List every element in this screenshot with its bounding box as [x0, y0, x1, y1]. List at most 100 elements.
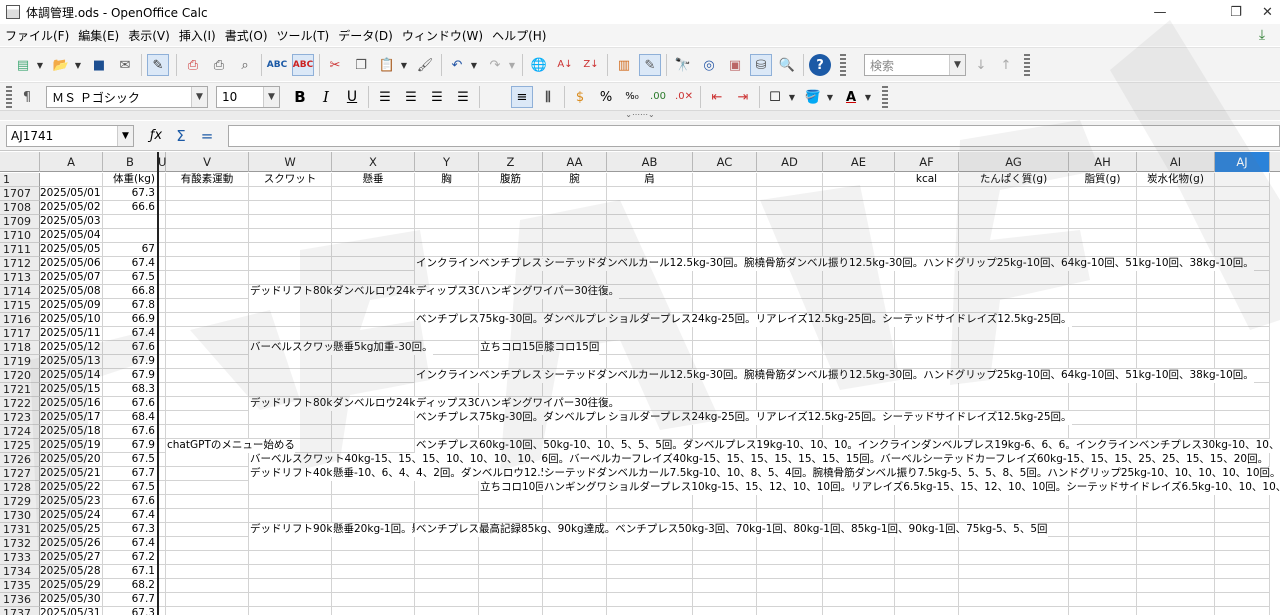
borders-dropdown-icon[interactable]: ▼	[788, 86, 796, 108]
grid-cell[interactable]	[1215, 215, 1270, 229]
grid-cell[interactable]	[959, 495, 1069, 509]
grid-cell[interactable]	[1137, 285, 1215, 299]
currency-format-icon[interactable]: $	[569, 86, 591, 108]
grid-cell[interactable]	[249, 425, 332, 439]
weight-cell[interactable]: 67.7	[103, 593, 158, 607]
workout-note-cell[interactable]: ベンチプレス最高記録85kg、90kg達成。ベンチプレス50kg-3回、70kg…	[415, 523, 1048, 537]
grid-cell[interactable]	[959, 285, 1069, 299]
weight-cell[interactable]: 67.3	[103, 187, 158, 201]
grid-cell[interactable]	[166, 369, 249, 383]
grid-cell[interactable]	[543, 551, 607, 565]
row-header[interactable]: 1713	[0, 271, 40, 285]
grid-cell[interactable]	[249, 313, 332, 327]
grid-cell[interactable]	[1137, 201, 1215, 215]
grid-cell[interactable]	[166, 271, 249, 285]
name-box-dropdown-icon[interactable]: ▼	[117, 126, 133, 146]
workout-note-cell[interactable]: ダンベルロウ24kg	[332, 397, 415, 411]
row-header[interactable]: 1735	[0, 579, 40, 593]
grid-cell[interactable]	[543, 509, 607, 523]
grid-cell[interactable]	[1069, 215, 1137, 229]
grid-cell[interactable]	[607, 551, 693, 565]
grid-cell[interactable]	[332, 243, 415, 257]
grid-cell[interactable]	[1069, 593, 1137, 607]
grid-cell[interactable]	[158, 551, 166, 565]
grid-cell[interactable]	[1215, 285, 1270, 299]
toolbar-grip[interactable]	[6, 86, 12, 108]
grid-cell[interactable]	[415, 215, 479, 229]
grid-cell[interactable]	[1215, 593, 1270, 607]
grid-cell[interactable]	[1137, 215, 1215, 229]
grid-cell[interactable]	[757, 425, 823, 439]
grid-cell[interactable]	[757, 355, 823, 369]
grid-cell[interactable]	[332, 201, 415, 215]
background-color-icon[interactable]: 🪣	[802, 86, 824, 108]
menu-data[interactable]: データ(D)	[333, 27, 397, 44]
redo-icon[interactable]: ↷	[484, 54, 506, 76]
date-cell[interactable]: 2025/05/14	[40, 369, 103, 383]
show-draw-functions-icon[interactable]: ✎	[639, 54, 661, 76]
grid-cell[interactable]	[332, 439, 415, 453]
grid-cell[interactable]	[479, 187, 543, 201]
clone-formatting-icon[interactable]: 🖌	[414, 54, 436, 76]
grid-cell[interactable]	[332, 537, 415, 551]
date-cell[interactable]: 2025/05/20	[40, 453, 103, 467]
grid-cell[interactable]	[543, 579, 607, 593]
grid-cell[interactable]	[415, 565, 479, 579]
grid-cell[interactable]	[166, 229, 249, 243]
grid-cell[interactable]	[823, 187, 895, 201]
grid-cell[interactable]	[959, 383, 1069, 397]
date-cell[interactable]: 2025/05/06	[40, 257, 103, 271]
grid-cell[interactable]	[895, 383, 959, 397]
spellcheck-icon[interactable]: ABC	[266, 54, 288, 76]
weight-cell[interactable]: 67.2	[103, 551, 158, 565]
grid-cell[interactable]	[1137, 579, 1215, 593]
grid-cell[interactable]	[415, 243, 479, 257]
grid-cell[interactable]	[332, 215, 415, 229]
grid-cell[interactable]	[1137, 397, 1215, 411]
weight-cell[interactable]: 68.2	[103, 579, 158, 593]
grid-cell[interactable]	[415, 509, 479, 523]
grid-cell[interactable]	[166, 467, 249, 481]
grid-cell[interactable]	[1069, 355, 1137, 369]
grid-cell[interactable]	[479, 271, 543, 285]
grid-cell[interactable]	[249, 369, 332, 383]
grid-cell[interactable]	[158, 383, 166, 397]
column-header[interactable]: U	[158, 152, 166, 172]
weight-cell[interactable]: 67.4	[103, 327, 158, 341]
weight-cell[interactable]	[103, 215, 158, 229]
grid-cell[interactable]	[479, 383, 543, 397]
grid-cell[interactable]	[1215, 299, 1270, 313]
grid-cell[interactable]	[543, 593, 607, 607]
grid-cell[interactable]	[1069, 313, 1137, 327]
workout-note-cell[interactable]: シーテッドダンベルカール12.5kg-30回。腕橈骨筋ダンベル振り12.5kg-…	[543, 369, 1254, 383]
grid-cell[interactable]	[823, 355, 895, 369]
row-header[interactable]: 1719	[0, 355, 40, 369]
grid-cell[interactable]	[1069, 551, 1137, 565]
grid-cell[interactable]	[166, 355, 249, 369]
undo-icon[interactable]: ↶	[446, 54, 468, 76]
grid-cell[interactable]	[249, 509, 332, 523]
grid-cell[interactable]	[1069, 565, 1137, 579]
grid-cell[interactable]	[757, 593, 823, 607]
workout-note-cell[interactable]: ショルダープレス10kg-15、15、12、10、10回。リアレイズ6.5kg-…	[607, 481, 1280, 495]
row-header[interactable]: 1734	[0, 565, 40, 579]
open-folder-icon[interactable]: 📂	[50, 54, 72, 76]
header-cell[interactable]: 炭水化物(g)	[1137, 173, 1215, 187]
grid-cell[interactable]	[332, 271, 415, 285]
grid-cell[interactable]	[479, 495, 543, 509]
grid-cell[interactable]	[757, 187, 823, 201]
grid-cell[interactable]	[895, 551, 959, 565]
grid-cell[interactable]	[166, 509, 249, 523]
row-header[interactable]: 1707	[0, 187, 40, 201]
grid-cell[interactable]	[249, 229, 332, 243]
row-header[interactable]: 1724	[0, 425, 40, 439]
grid-cell[interactable]	[543, 187, 607, 201]
italic-icon[interactable]: I	[315, 86, 337, 108]
grid-cell[interactable]	[1215, 565, 1270, 579]
grid-cell[interactable]	[1215, 201, 1270, 215]
grid-cell[interactable]	[249, 215, 332, 229]
grid-cell[interactable]	[1137, 243, 1215, 257]
grid-cell[interactable]	[757, 537, 823, 551]
weight-cell[interactable]: 68.4	[103, 411, 158, 425]
column-header[interactable]: AC	[693, 152, 757, 172]
